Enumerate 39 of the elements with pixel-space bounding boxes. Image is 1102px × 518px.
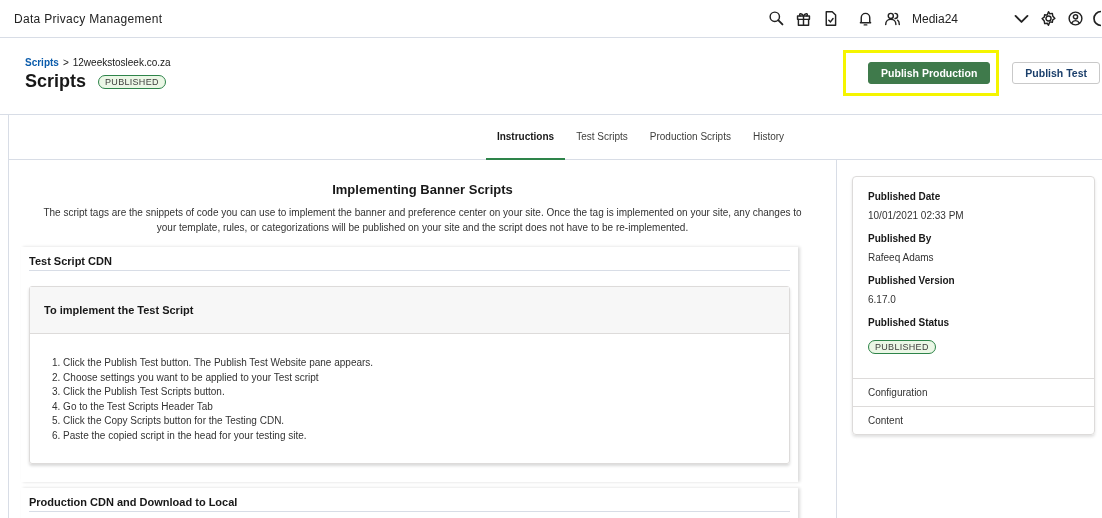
account-name[interactable]: Media24 [911, 11, 958, 26]
card-title: To implement the Test Script [30, 287, 789, 334]
section-title: Test Script CDN [29, 247, 790, 271]
tab[interactable]: Test Scripts [565, 115, 639, 160]
settings-icon[interactable] [1040, 10, 1057, 27]
status-badge: PUBLISHED [98, 74, 166, 89]
publish-button[interactable]: Publish Test [1012, 62, 1100, 84]
gift-icon[interactable] [794, 10, 812, 27]
app-title: Data Privacy Management [14, 11, 163, 26]
field-label: Published Status [868, 317, 951, 328]
section-heading: Implementing Banner Scripts [331, 182, 514, 197]
details-link[interactable]: Configuration [853, 378, 1094, 406]
publish-button[interactable]: Publish Production [868, 62, 991, 84]
step-text: 3. Click the Publish Test Scripts button. [52, 385, 226, 399]
field-value: Rafeeq Adams [868, 252, 935, 263]
tab[interactable]: Production Scripts [638, 115, 742, 160]
field-label: Published Version [868, 275, 956, 286]
section-title: Production CDN and Download to Local [29, 488, 790, 512]
tab[interactable]: History [741, 115, 796, 160]
field-label: Published Date [868, 191, 942, 202]
step-text: 6. Paste the copied script in the head for your testing site. [52, 428, 308, 443]
breadcrumb-link[interactable]: Scripts [25, 57, 59, 68]
breadcrumb-separator: > [62, 57, 69, 68]
status-badge: PUBLISHED [868, 340, 936, 354]
breadcrumb-current: 12weekstosleek.co.za [72, 57, 171, 68]
step-text: 1. Click the Publish Test button. The Publish Test Website pane appears. [52, 356, 375, 370]
field-value: 10/01/2021 02:33 PM [868, 210, 965, 221]
step-text: 5. Click the Copy Scripts button for the Testing CDN. [52, 414, 286, 428]
user-circle-icon[interactable] [1067, 10, 1084, 27]
page-title: Scripts [25, 71, 87, 92]
field-value: 6.17.0 [868, 294, 897, 305]
search-icon[interactable] [767, 10, 785, 27]
details-link[interactable]: Content [853, 406, 1094, 434]
people-icon[interactable] [883, 10, 901, 27]
intro-paragraph: The script tags are the snippets of code you can use to implement the banner and preference center on your site. Once the tag is implemented on your site, any changes to your template, rules, or categorizations will be published on your site and the script does not have to be re-implemented. [42, 206, 803, 235]
field-label: Published By [868, 233, 933, 244]
step-text: 2. Choose settings you want to be applied to your Test script [52, 370, 320, 385]
step-text: 4. Go to the Test Scripts Header Tab [52, 399, 214, 414]
tab[interactable]: Instructions [485, 115, 566, 160]
